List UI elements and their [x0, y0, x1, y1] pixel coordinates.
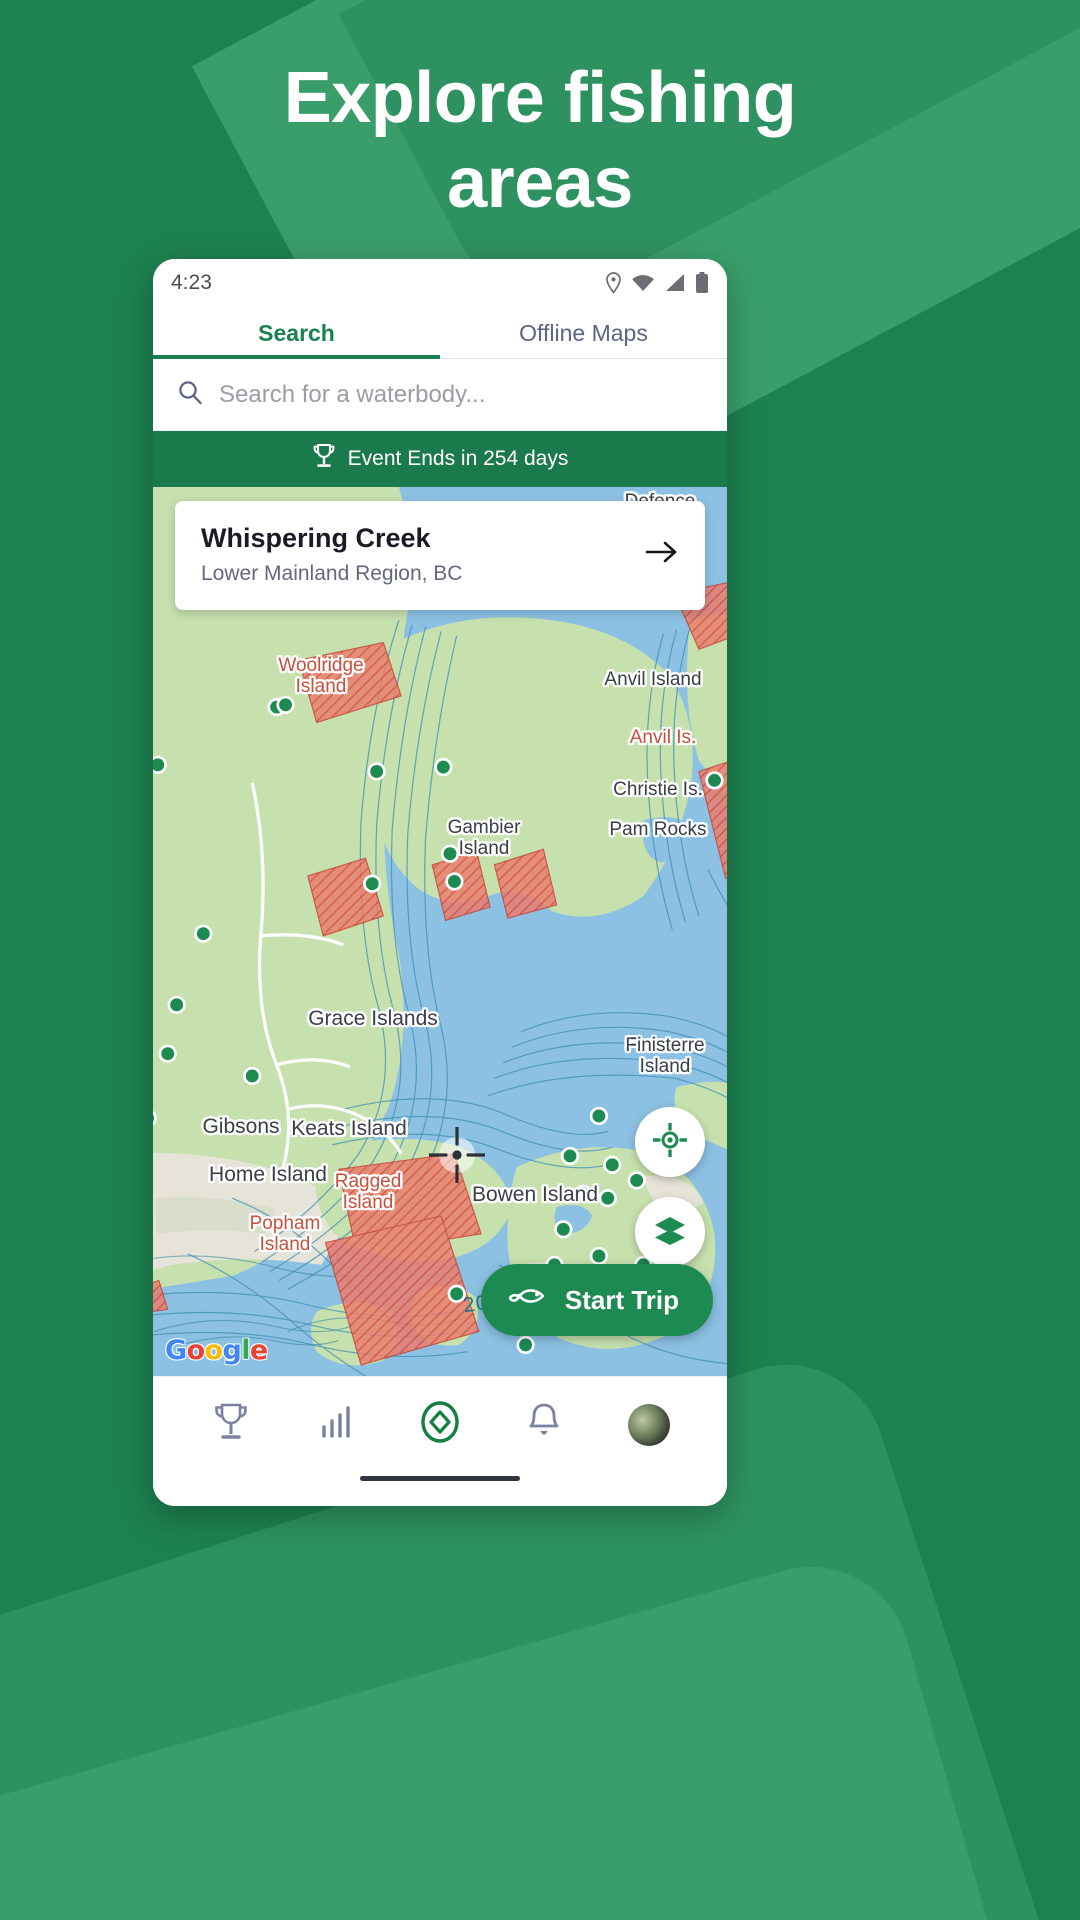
layers-icon — [653, 1213, 687, 1252]
nav-tournaments[interactable] — [193, 1390, 269, 1460]
status-bar-time: 4:23 — [171, 271, 212, 294]
compass-icon — [419, 1400, 461, 1449]
search-icon — [177, 379, 203, 410]
nav-notifications[interactable] — [506, 1390, 582, 1460]
arrow-right-icon[interactable] — [627, 538, 679, 571]
event-banner[interactable]: Event Ends in 254 days — [153, 431, 727, 487]
locate-me-button[interactable] — [635, 1107, 705, 1177]
waterbody-result-card[interactable]: Whispering Creek Lower Mainland Region, … — [175, 501, 705, 610]
top-tab-bar: Search Offline Maps — [153, 307, 727, 359]
waterbody-result-text: Whispering Creek Lower Mainland Region, … — [201, 523, 462, 586]
trophy-icon — [212, 1402, 250, 1447]
waterbody-region: Lower Mainland Region, BC — [201, 562, 463, 585]
google-attribution: Google — [165, 1335, 268, 1366]
search-input[interactable] — [219, 380, 703, 409]
start-trip-label: Start Trip — [564, 1284, 679, 1315]
tab-search-label: Search — [258, 319, 335, 346]
crosshair-locate-icon — [651, 1121, 689, 1162]
fish-icon — [507, 1284, 547, 1317]
nav-explore[interactable] — [402, 1390, 478, 1460]
wifi-icon — [631, 273, 655, 293]
status-bar: 4:23 — [153, 259, 727, 307]
home-indicator-bar[interactable] — [360, 1476, 520, 1481]
crosshair-marker — [427, 1125, 487, 1185]
tab-offline-maps[interactable]: Offline Maps — [440, 307, 727, 359]
tab-search[interactable]: Search — [153, 307, 440, 359]
status-bar-icons — [605, 272, 709, 294]
bottom-navigation-bar — [153, 1376, 727, 1472]
avatar-icon — [627, 1403, 670, 1446]
map-canvas[interactable]: Defence Islands Woolridge Island Anvil I… — [153, 487, 727, 1376]
nav-stats[interactable] — [298, 1390, 374, 1460]
promo-headline: Explore fishing areas — [283, 58, 797, 223]
bar-chart-icon — [320, 1405, 352, 1444]
waterbody-title: Whispering Creek — [201, 523, 431, 553]
search-bar[interactable] — [153, 359, 727, 431]
map-layers-button[interactable] — [635, 1197, 705, 1267]
location-pin-icon — [605, 272, 622, 294]
start-trip-button[interactable]: Start Trip — [480, 1264, 713, 1336]
tab-offline-maps-label: Offline Maps — [519, 319, 648, 346]
nav-profile[interactable] — [611, 1390, 687, 1460]
bell-icon — [527, 1402, 561, 1447]
event-banner-text: Event Ends in 254 days — [347, 447, 569, 470]
home-indicator-area — [153, 1472, 727, 1506]
trophy-icon — [312, 443, 336, 475]
cellular-signal-icon — [664, 273, 686, 293]
phone-mockup: 4:23 Search Offline Maps Search for a wa… — [153, 259, 727, 1506]
battery-icon — [695, 272, 709, 294]
